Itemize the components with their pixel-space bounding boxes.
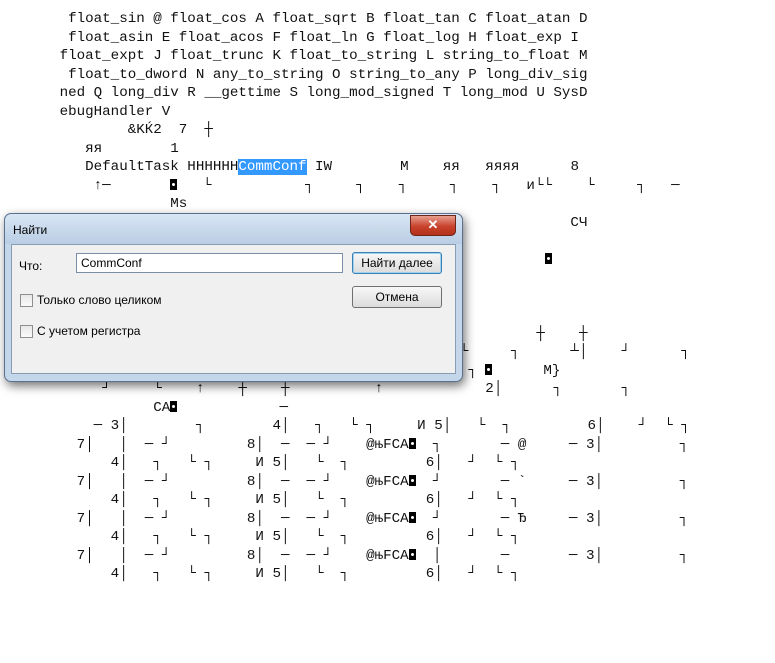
document-line: float_to_dword N any_to_string O string_… — [0, 66, 588, 83]
glyph-block — [170, 178, 178, 190]
close-button[interactable]: ✕ — [410, 215, 456, 236]
document-line: яя 1 — [0, 140, 179, 157]
match-case-checkbox[interactable] — [20, 324, 33, 338]
document-line: ┘ └ ↑ ┼ ┼ ↑ 2│ ┐ ┐ — [0, 381, 631, 397]
whole-word-label: Только слово целиком — [37, 293, 162, 307]
find-what-label: Что: — [19, 259, 43, 273]
document-line: 4│ ┐ └ ┐ И 5│ └ ┐ 6│ ┘ └ ┐ — [0, 455, 520, 471]
document-line: 4│ ┐ └ ┐ И 5│ └ ┐ 6│ ┘ └ ┐ — [0, 566, 520, 582]
cancel-button[interactable]: Отмена — [352, 286, 442, 308]
dialog-title: Найти — [13, 223, 48, 237]
search-highlight: CommConf — [238, 159, 307, 175]
glyph-block — [485, 363, 493, 375]
whole-word-option[interactable]: Только слово целиком — [20, 293, 162, 307]
glyph-block — [408, 548, 416, 560]
document-line: ─ 3│ ┐ 4│ ┐ └ ┐ И 5│ └ ┐ 6│ ┘ └ ┐ — [0, 418, 690, 434]
document-line: ned Q long_div R __gettime S long_mod_si… — [0, 85, 588, 101]
glyph-block — [544, 252, 552, 264]
find-next-button[interactable]: Найти далее — [352, 252, 442, 274]
match-case-option[interactable]: С учетом регистра — [20, 324, 140, 338]
match-case-label: С учетом регистра — [37, 324, 141, 338]
find-what-input[interactable]: CommConf — [76, 253, 343, 273]
document-line: 7│ │ ─ ┘ 8│ ─ ─ ┘ @њFCA ┘ ─ Ђ ─ 3│ ┐ — [0, 510, 689, 527]
document-line: 7│ │ ─ ┘ 8│ ─ ─ ┘ @њFCA ┘ ─ ` ─ 3│ ┐ — [0, 473, 689, 490]
document-line: float_asin E float_acos F float_ln G flo… — [0, 29, 579, 46]
document-line: DefaultTask HHHHHHCommConf IW M яя яяяя … — [0, 159, 579, 175]
glyph-block — [408, 474, 416, 486]
document-line: ↑─ └ ┐ ┐ ┐ ┐ ┐ и└└ └ ┐ ─ — [0, 177, 680, 194]
document-line: Ms — [0, 196, 188, 212]
document-line: 4│ ┐ └ ┐ И 5│ └ ┐ 6│ ┘ └ ┐ — [0, 492, 520, 508]
document-line: &KЌ2 7 ┼ — [0, 122, 213, 138]
whole-word-checkbox[interactable] — [20, 293, 33, 307]
document-line: float_sin @ float_cos A float_sqrt B flo… — [0, 11, 588, 27]
document-line: CA ─ — [0, 399, 288, 416]
document-line: 7│ │ ─ ┘ 8│ ─ ─ ┘ @њFCA │ ─ ─ 3│ ┐ — [0, 547, 689, 564]
glyph-block — [408, 437, 416, 449]
document-line: 7│ │ ─ ┘ 8│ ─ ─ ┘ @њFCA ┐ ─ @ ─ 3│ ┐ — [0, 436, 689, 453]
glyph-block — [408, 511, 416, 523]
document-line: float_expt J float_trunc K float_to_stri… — [0, 48, 588, 64]
dialog-client-area: Что: CommConf Найти далее Отмена Только … — [11, 244, 456, 374]
document-line: 4│ ┐ └ ┐ И 5│ └ ┐ 6│ ┘ └ ┐ — [0, 529, 520, 545]
glyph-block — [170, 400, 178, 412]
document-line: ebugHandler V — [0, 103, 171, 120]
close-icon: ✕ — [427, 217, 439, 232]
dialog-titlebar[interactable]: Найти ✕ — [5, 214, 462, 244]
find-dialog: Найти ✕ Что: CommConf Найти далее Отмена… — [4, 213, 463, 382]
